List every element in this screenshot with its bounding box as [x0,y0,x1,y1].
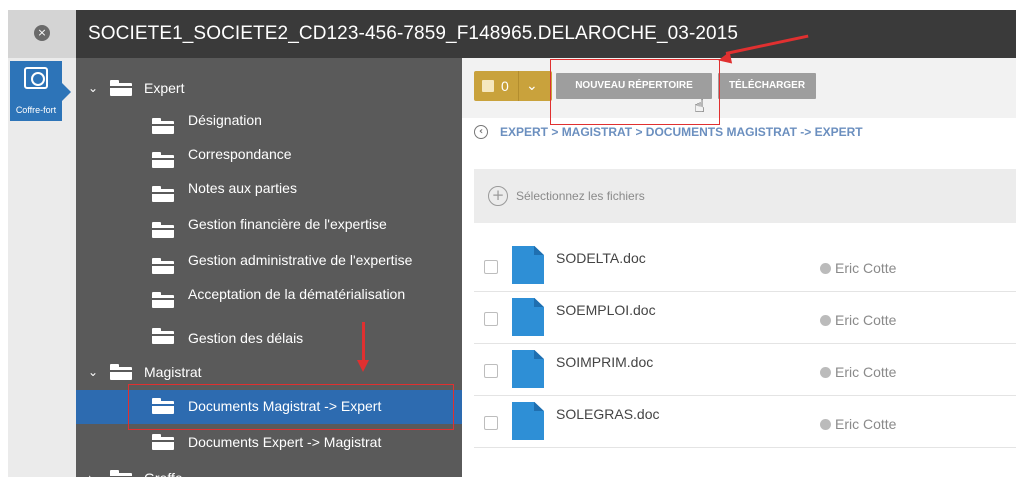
file-checkbox[interactable] [484,364,498,378]
upload-bar[interactable]: + Sélectionnez les fichiers [474,169,1016,223]
chevron-down-icon: ⌄ [526,78,538,94]
document-icon [512,246,544,284]
file-owner: Eric Cotte [820,260,896,276]
safe-icon [24,67,48,89]
window-title-bar: × SOCIETE1_SOCIETE2_CD123-456-7859_F1489… [8,10,1016,58]
tree-item-label: Acceptation de la dématérialisation [188,286,406,302]
user-icon [820,419,831,430]
file-checkbox[interactable] [484,312,498,326]
close-icon[interactable]: × [34,25,50,41]
tree-item-label: Gestion administrative de l'expertise [188,252,413,268]
user-icon [820,263,831,274]
file-name[interactable]: SOEMPLOI.doc [556,302,656,318]
annotation-highlight-tree-item [128,384,454,430]
file-owner: Eric Cotte [820,364,896,380]
file-name[interactable]: SODELTA.doc [556,250,646,266]
close-button[interactable]: × [8,10,76,58]
owner-name: Eric Cotte [835,364,897,380]
rail-item-coffre-fort[interactable]: Coffre-fort [10,61,71,121]
file-owner: Eric Cotte [820,416,896,432]
back-icon[interactable]: ‹ [474,125,488,139]
file-row[interactable]: SOEMPLOI.doc Eric Cotte [474,292,1016,344]
folder-icon [110,80,132,96]
chevron-down-icon[interactable]: ⌄ [88,366,100,378]
file-row[interactable]: SOLEGRAS.doc Eric Cotte [474,396,1016,448]
hand-cursor-icon: ☝ [694,96,705,117]
tree-item-greffe[interactable]: › Greffe [76,462,462,477]
user-icon [820,367,831,378]
folder-icon [152,222,174,238]
file-browser: 0 ⌄ NOUVEAU RÉPERTOIRE TÉLÉCHARGER ‹ EXP… [462,58,1016,477]
file-row[interactable]: SOIMPRIM.doc Eric Cotte [474,344,1016,396]
owner-name: Eric Cotte [835,260,897,276]
folder-icon [110,364,132,380]
tree-item-documents-expert-magistrat[interactable]: Documents Expert -> Magistrat [76,426,462,460]
annotation-arrow-head [357,360,369,372]
document-icon [512,402,544,440]
rail-item-label: Coffre-fort [15,105,57,115]
download-button[interactable]: TÉLÉCHARGER [718,73,816,99]
tree-item-label: Désignation [188,112,262,128]
annotation-arrow-tree-item [362,322,365,362]
file-name[interactable]: SOIMPRIM.doc [556,354,653,370]
plus-icon: + [488,186,508,206]
folder-icon [152,186,174,202]
selected-count: 0 [501,78,509,94]
file-row[interactable]: SODELTA.doc Eric Cotte [474,240,1016,292]
checkbox-icon [482,80,494,92]
tree-item-label: Correspondance [188,146,292,162]
left-rail: Coffre-fort [8,58,76,477]
owner-name: Eric Cotte [835,416,897,432]
upload-label: Sélectionnez les fichiers [516,189,645,203]
file-checkbox[interactable] [484,260,498,274]
tree-item-label: Notes aux parties [188,180,297,196]
tree-item-label: Gestion financière de l'expertise [188,216,387,232]
tree-item-label: Documents Expert -> Magistrat [188,434,382,450]
breadcrumb-path[interactable]: EXPERT > MAGISTRAT > DOCUMENTS MAGISTRAT… [500,122,863,142]
folder-icon [152,292,174,308]
document-icon [512,350,544,388]
folder-icon [152,434,174,450]
tree-item-notes-aux-parties[interactable]: Notes aux parties [76,178,462,212]
folder-icon [152,118,174,134]
tree-item-gestion-financiere[interactable]: Gestion financière de l'expertise [76,214,462,248]
window-title: SOCIETE1_SOCIETE2_CD123-456-7859_F148965… [88,23,739,44]
chevron-right-icon[interactable]: › [88,472,100,477]
select-all-dropdown[interactable]: 0 ⌄ [474,71,552,101]
divider [518,71,519,101]
folder-icon [152,328,174,344]
document-icon [512,298,544,336]
tree-item-label: Greffe [144,462,183,477]
folder-icon [152,152,174,168]
folder-icon [152,258,174,274]
tree-item-expert[interactable]: ⌄ Expert [76,72,462,106]
chevron-down-icon[interactable]: ⌄ [88,82,100,94]
owner-name: Eric Cotte [835,312,897,328]
file-name[interactable]: SOLEGRAS.doc [556,406,660,422]
tree-item-gestion-des-delais[interactable]: Gestion des délais [76,320,462,354]
file-owner: Eric Cotte [820,312,896,328]
tree-item-label: Gestion des délais [188,330,304,346]
file-checkbox[interactable] [484,416,498,430]
tree-item-acceptation[interactable]: Acceptation de la dématérialisation [76,284,462,318]
user-icon [820,315,831,326]
folder-icon [110,470,132,477]
tree-item-label: Expert [144,80,185,96]
